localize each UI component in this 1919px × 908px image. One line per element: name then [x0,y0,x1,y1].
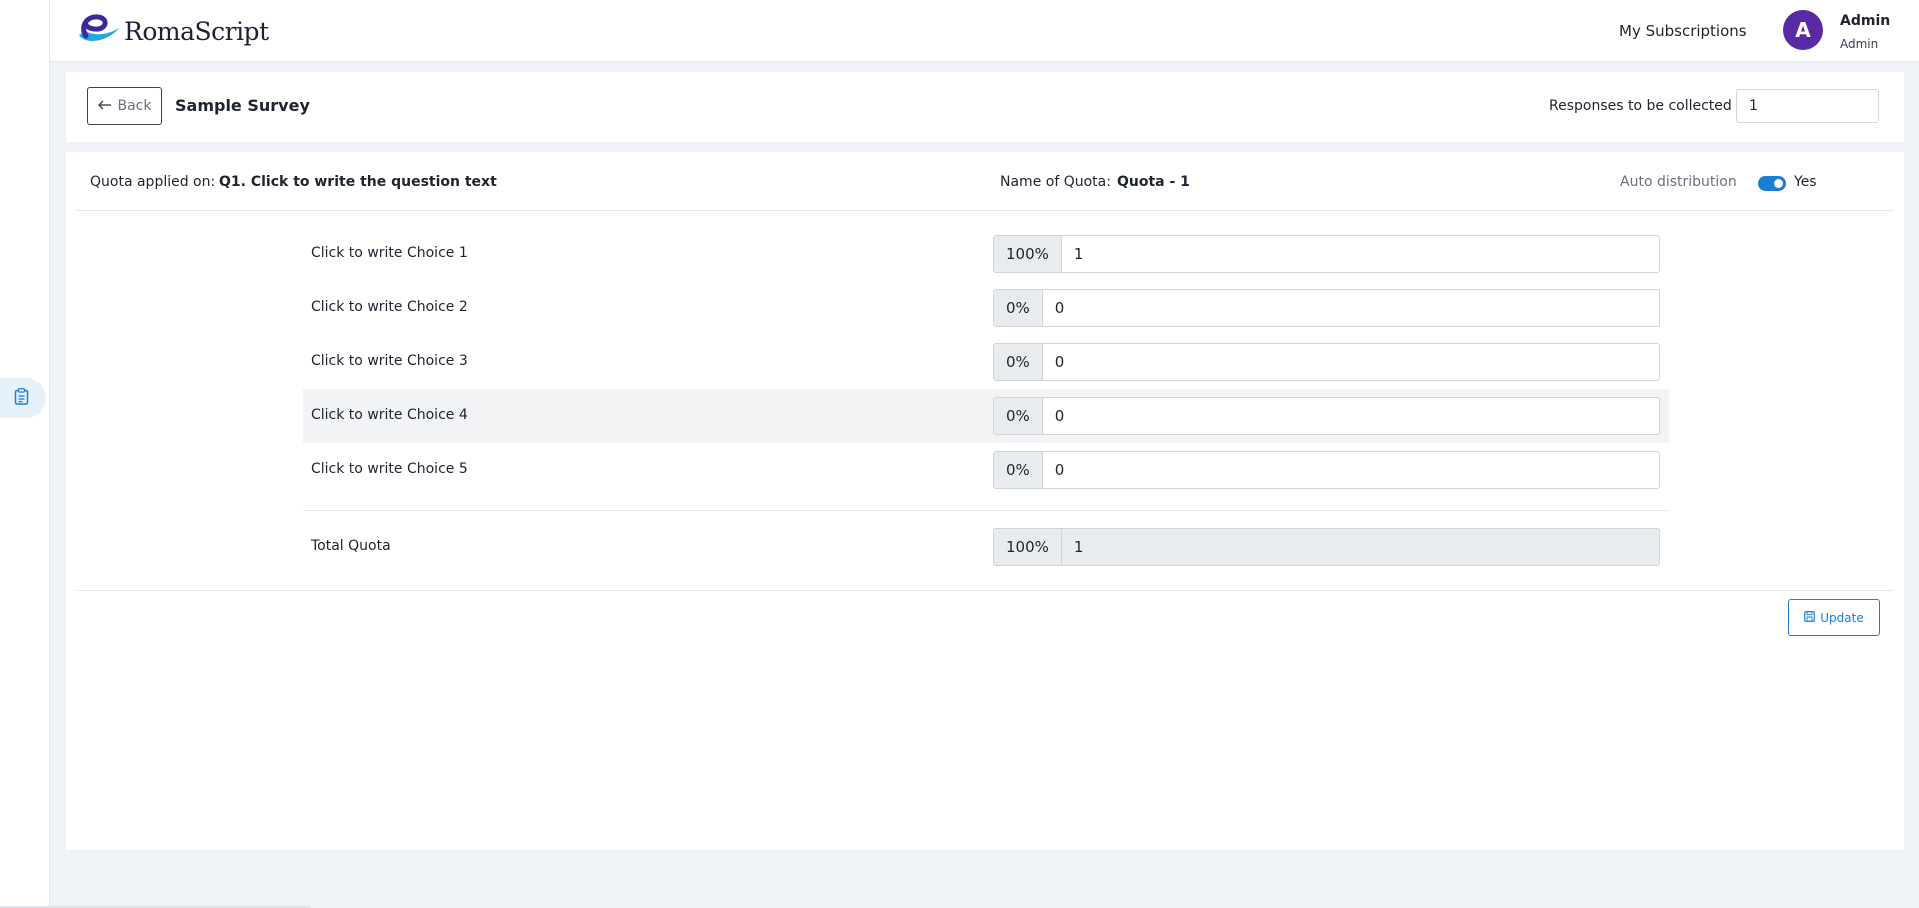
quota-name: Quota - 1 [1117,174,1190,190]
auto-distribution-label: Auto distribution [1620,174,1737,190]
choice-quota-input-group: 0% [993,451,1660,489]
brand-name: RomaScript [124,16,269,46]
choice-quota-input-group: 100% [993,235,1660,273]
logo-mark-icon [76,13,122,49]
save-icon [1804,610,1816,625]
choice-quota-input[interactable] [1042,452,1659,488]
my-subscriptions-link[interactable]: My Subscriptions [1619,22,1747,40]
user-name[interactable]: Admin [1840,13,1890,29]
app-header: RomaScript My Subscriptions A Admin Admi… [50,0,1919,62]
quota-choice-row: Click to write Choice 4 0% [303,389,1669,443]
total-quota-row: Total Quota 100% [303,520,1669,574]
choice-quota-input-group: 0% [993,397,1660,435]
choice-percent: 0% [994,344,1043,380]
choice-quota-input[interactable] [1061,236,1659,272]
choice-label: Click to write Choice 5 [311,461,468,477]
choice-quota-input[interactable] [1042,290,1659,326]
total-quota-percent: 100% [994,529,1062,565]
quota-choice-row: Click to write Choice 3 0% [303,335,1669,389]
choice-percent: 0% [994,290,1043,326]
avatar[interactable]: A [1783,10,1823,50]
choice-percent: 100% [994,236,1062,272]
choice-quota-input-group: 0% [993,343,1660,381]
sidebar-item-surveys[interactable] [0,378,46,418]
choice-label: Click to write Choice 3 [311,353,468,369]
update-button-label: Update [1820,610,1864,625]
responses-label: Responses to be collected [1549,98,1732,114]
back-button-label: Back [117,98,152,114]
page-title: Sample Survey [175,96,310,115]
user-role: Admin [1840,37,1879,51]
quota-applied-label: Quota applied on: [90,174,216,190]
choice-quota-input[interactable] [1042,344,1659,380]
choice-label: Click to write Choice 2 [311,299,468,315]
choice-quota-input[interactable] [1042,398,1659,434]
clipboard-icon [14,387,29,409]
choice-quota-input-group: 0% [993,289,1660,327]
back-button[interactable]: Back [87,87,162,125]
auto-distribution-toggle[interactable] [1758,176,1786,191]
arrow-left-icon [97,98,112,114]
choice-label: Click to write Choice 4 [311,407,468,423]
quota-choice-row: Click to write Choice 5 0% [303,443,1669,497]
total-quota-input-group: 100% [993,528,1660,566]
quota-editor: Quota applied on: Q1. Click to write the… [66,152,1904,850]
quota-choice-row: Click to write Choice 2 0% [303,281,1669,335]
quota-choice-row: Click to write Choice 1 100% [303,227,1669,281]
total-quota-value [1061,529,1659,565]
choice-percent: 0% [994,398,1043,434]
quota-question: Q1. Click to write the question text [219,174,497,190]
brand-logo[interactable]: RomaScript [76,13,269,49]
quota-name-label: Name of Quota: [1000,174,1111,190]
responses-input[interactable] [1736,89,1879,123]
sidebar [0,0,310,908]
divider [303,510,1669,511]
update-button[interactable]: Update [1788,599,1880,636]
survey-toolbar: Back Sample Survey Responses to be colle… [66,72,1904,142]
total-quota-label: Total Quota [311,538,391,554]
divider [76,210,1894,211]
choice-label: Click to write Choice 1 [311,245,468,261]
choice-percent: 0% [994,452,1043,488]
auto-distribution-value: Yes [1794,174,1817,190]
divider [76,590,1894,591]
